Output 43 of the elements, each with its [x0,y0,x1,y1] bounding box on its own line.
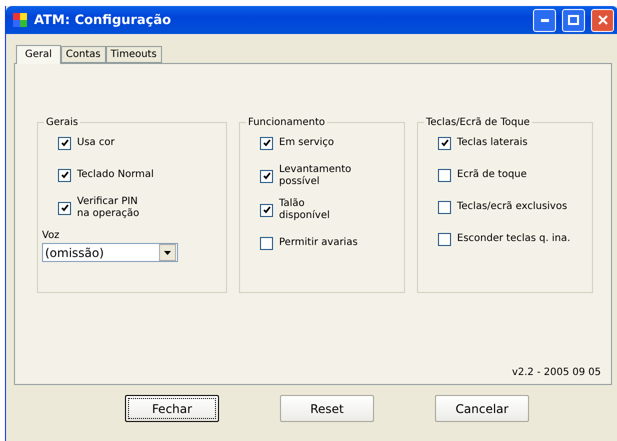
group-title: Gerais [45,117,80,128]
checkbox-label: Em serviço [279,137,334,149]
caret-icon [164,250,171,254]
checkbox[interactable] [438,200,451,214]
group-title: Teclas/Ecrã de Toque [425,117,531,128]
close-icon [598,15,608,25]
window-title: ATM: Configuração [34,12,172,28]
checkbox[interactable] [438,232,451,246]
group-title: Funcionamento [247,117,326,128]
tab[interactable]: Contas [60,46,106,63]
checkbox[interactable] [260,236,273,250]
checkbox-label: Ecrã de toque [457,169,527,181]
checkbox-label: Teclas laterais [457,137,528,149]
checkbox-label: Teclado Normal [77,169,154,181]
tab[interactable]: Timeouts [106,46,162,63]
checkbox[interactable] [58,202,71,214]
checkbox[interactable] [438,136,451,150]
checkbox[interactable] [438,168,451,182]
checkbox-label: Levantamento possível [279,164,352,188]
dialog-button[interactable]: Fechar [125,395,219,422]
dialog-button[interactable]: Cancelar [435,395,529,422]
checkbox-label: Teclas/ecrã exclusivos [457,201,568,213]
checkbox[interactable] [260,136,273,150]
maximize-icon [568,15,579,25]
checkbox[interactable] [58,136,71,150]
version-label: v2.2 - 2005 09 05 [512,367,601,378]
checkbox-label: Permitir avarias [279,237,358,249]
checkbox[interactable] [58,168,71,182]
minimize-icon [540,18,548,22]
dropdown[interactable]: (omissão) [42,243,178,262]
checkbox[interactable] [260,170,273,182]
app-icon [12,12,28,28]
checkbox-label: Usa cor [77,137,115,149]
minimize-button[interactable] [533,8,556,32]
dialog-button[interactable]: Reset [280,395,374,422]
checkbox[interactable] [260,204,273,216]
checkbox-label: Talão disponível [279,198,330,222]
field-label: Voz [42,230,60,241]
close-button[interactable] [591,8,614,32]
tab[interactable]: Geral [16,45,61,64]
checkbox-label: Verificar PIN na operação [77,196,140,220]
maximize-button[interactable] [562,8,585,32]
checkbox-label: Esconder teclas q. ina. [457,233,570,245]
